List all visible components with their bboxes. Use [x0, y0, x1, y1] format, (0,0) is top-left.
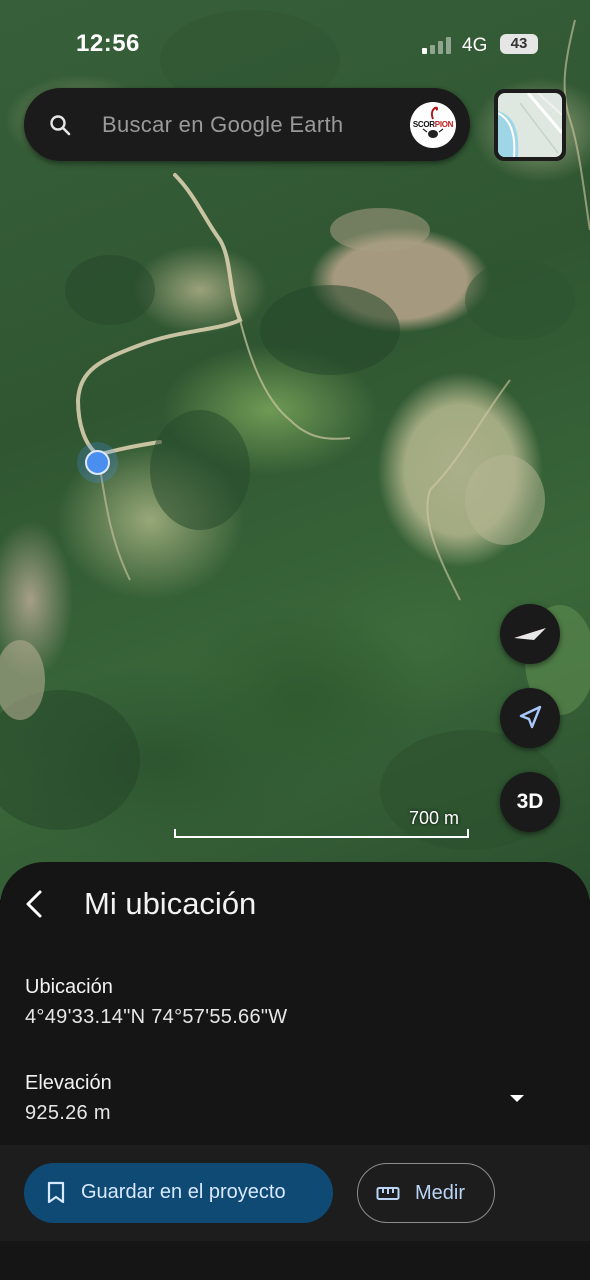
- save-button-label: Guardar en el proyecto: [81, 1181, 286, 1203]
- back-chevron-icon[interactable]: [16, 884, 52, 924]
- search-placeholder[interactable]: Buscar en Google Earth: [102, 112, 343, 138]
- elevation-label: Elevación: [25, 1072, 112, 1094]
- compass-icon: [514, 628, 546, 640]
- location-coordinates: 4°49'33.14"N 74°57'55.66"W: [25, 1006, 288, 1028]
- bookmark-icon: [47, 1181, 65, 1204]
- status-bar: 12:56 4G 43: [0, 0, 590, 80]
- map-layers-button[interactable]: [494, 89, 566, 161]
- measure-button[interactable]: Medir: [357, 1163, 495, 1223]
- map-scale: 700 m: [174, 808, 469, 838]
- my-location-button[interactable]: [500, 688, 560, 748]
- battery-indicator: 43: [500, 34, 538, 54]
- signal-strength-icon: [422, 36, 454, 54]
- location-label: Ubicación: [25, 976, 113, 998]
- compass-button[interactable]: [500, 604, 560, 664]
- scale-label: 700 m: [408, 808, 459, 828]
- navigation-arrow-icon: [519, 705, 542, 729]
- status-time: 12:56: [76, 30, 140, 57]
- action-bar: Guardar en el proyecto Medir: [0, 1145, 590, 1241]
- network-type: 4G: [462, 35, 488, 56]
- sheet-title: Mi ubicación: [84, 886, 257, 921]
- avatar-logo-text: SCORPION: [412, 120, 454, 129]
- measure-button-label: Medir: [415, 1182, 466, 1204]
- avatar[interactable]: SCORPION: [410, 102, 456, 148]
- my-location-marker[interactable]: [85, 450, 110, 475]
- toggle-3d-button[interactable]: 3D: [500, 772, 560, 832]
- system-navigation-bar: [0, 1241, 590, 1280]
- search-icon[interactable]: [48, 113, 72, 137]
- location-bottom-sheet: Mi ubicación Ubicación 4°49'33.14"N 74°5…: [0, 862, 590, 1280]
- elevation-value: 925.26 m: [25, 1102, 111, 1124]
- dropdown-arrow-icon[interactable]: [508, 1092, 526, 1104]
- layers-icon: [498, 93, 562, 157]
- scale-bar: [174, 829, 469, 838]
- search-bar[interactable]: Buscar en Google Earth SCORPION: [24, 88, 470, 161]
- ruler-icon: [376, 1187, 400, 1200]
- save-to-project-button[interactable]: Guardar en el proyecto: [24, 1163, 333, 1223]
